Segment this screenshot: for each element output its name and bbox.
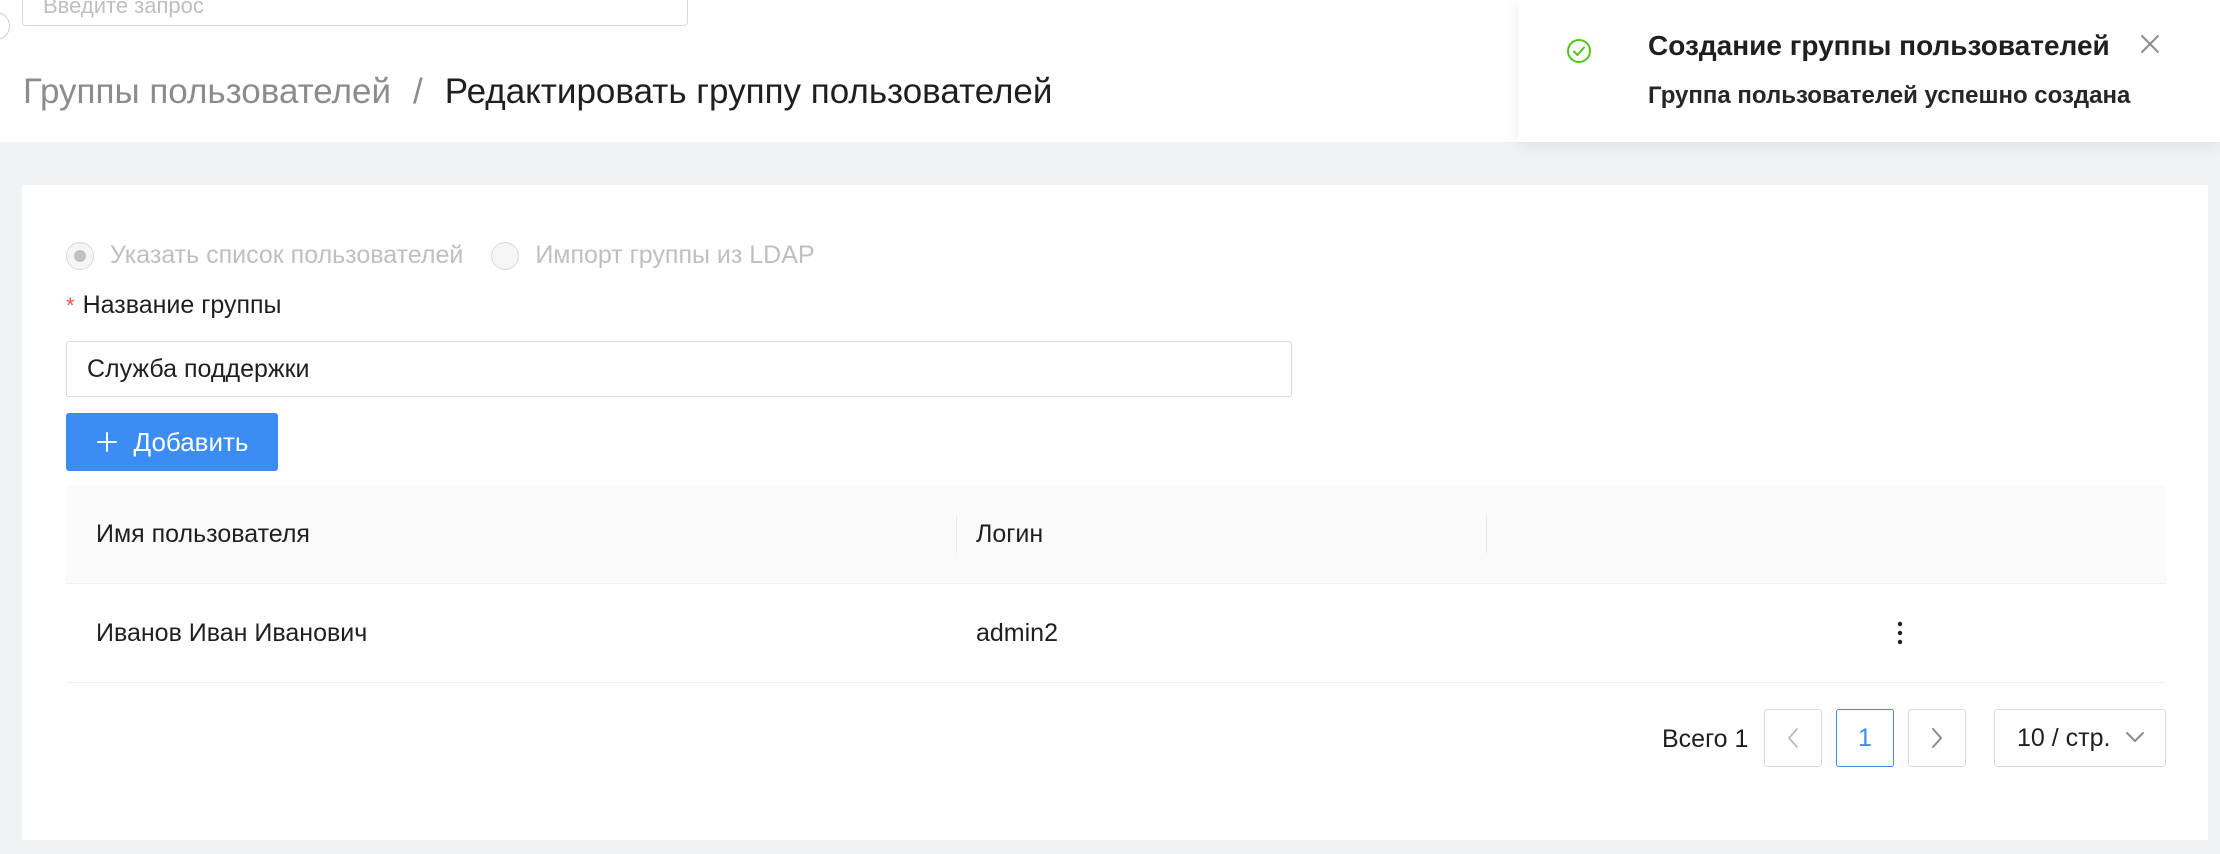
required-mark: * (66, 293, 75, 318)
radio-specify-users[interactable]: Указать список пользователей (66, 241, 463, 270)
cell-login: admin2 (976, 619, 1058, 647)
group-form-card: Указать список пользователей Импорт груп… (22, 185, 2208, 840)
column-header-username: Имя пользователя (96, 520, 310, 548)
users-table: Имя пользователя Логин Иванов Иван Ивано… (66, 485, 2166, 683)
table-row: Иванов Иван Иванович admin2 (66, 584, 2166, 683)
plus-icon (96, 432, 117, 452)
next-page-button[interactable] (1908, 709, 1966, 767)
pagination: Всего 1 1 10 / стр. (22, 709, 2208, 769)
radio-button-checked[interactable] (66, 241, 94, 270)
notification-title: Создание группы пользователей (1648, 30, 2110, 61)
prev-page-button[interactable] (1764, 709, 1822, 767)
chevron-right-icon (1932, 728, 1942, 748)
page-title: Редактировать группу пользователей (444, 72, 1053, 111)
radio-label: Импорт группы из LDAP (535, 241, 815, 269)
column-divider (956, 515, 957, 553)
cell-username: Иванов Иван Иванович (96, 619, 368, 647)
column-header-login: Логин (976, 520, 1044, 548)
breadcrumb-separator: / (413, 72, 423, 111)
add-user-button[interactable]: Добавить (66, 413, 278, 471)
page-number-button[interactable]: 1 (1836, 709, 1894, 767)
group-name-label: * Название группы (66, 291, 282, 320)
chevron-down-icon (2126, 732, 2144, 742)
add-button-label: Добавить (133, 426, 249, 457)
success-notification: Создание группы пользователей Группа пол… (1518, 0, 2220, 142)
group-name-label-text: Название группы (82, 291, 282, 319)
table-header: Имя пользователя Логин (66, 485, 2166, 584)
page-size-value: 10 / стр. (2017, 723, 2111, 752)
column-divider (1486, 515, 1487, 553)
search-input[interactable] (22, 0, 688, 26)
more-vertical-icon[interactable] (1896, 620, 1904, 646)
group-name-input[interactable] (66, 341, 1292, 397)
page-size-select[interactable]: 10 / стр. (1994, 709, 2166, 767)
pagination-total: Всего 1 (1662, 725, 1749, 753)
sidebar-toggle[interactable] (0, 12, 10, 40)
radio-label: Указать список пользователей (110, 241, 464, 269)
breadcrumb-link-user-groups[interactable]: Группы пользователей (23, 72, 391, 111)
check-circle-icon (1567, 39, 1591, 63)
radio-import-ldap[interactable]: Импорт группы из LDAP (491, 241, 815, 270)
radio-button[interactable] (491, 241, 520, 270)
group-source-radio-group: Указать список пользователей Импорт груп… (66, 241, 843, 270)
chevron-left-icon (1788, 728, 1798, 748)
breadcrumb: Группы пользователей / Редактировать групп… (23, 70, 1052, 114)
notification-description: Группа пользователей успешно создана (1648, 82, 2131, 109)
close-icon[interactable] (2138, 32, 2162, 56)
